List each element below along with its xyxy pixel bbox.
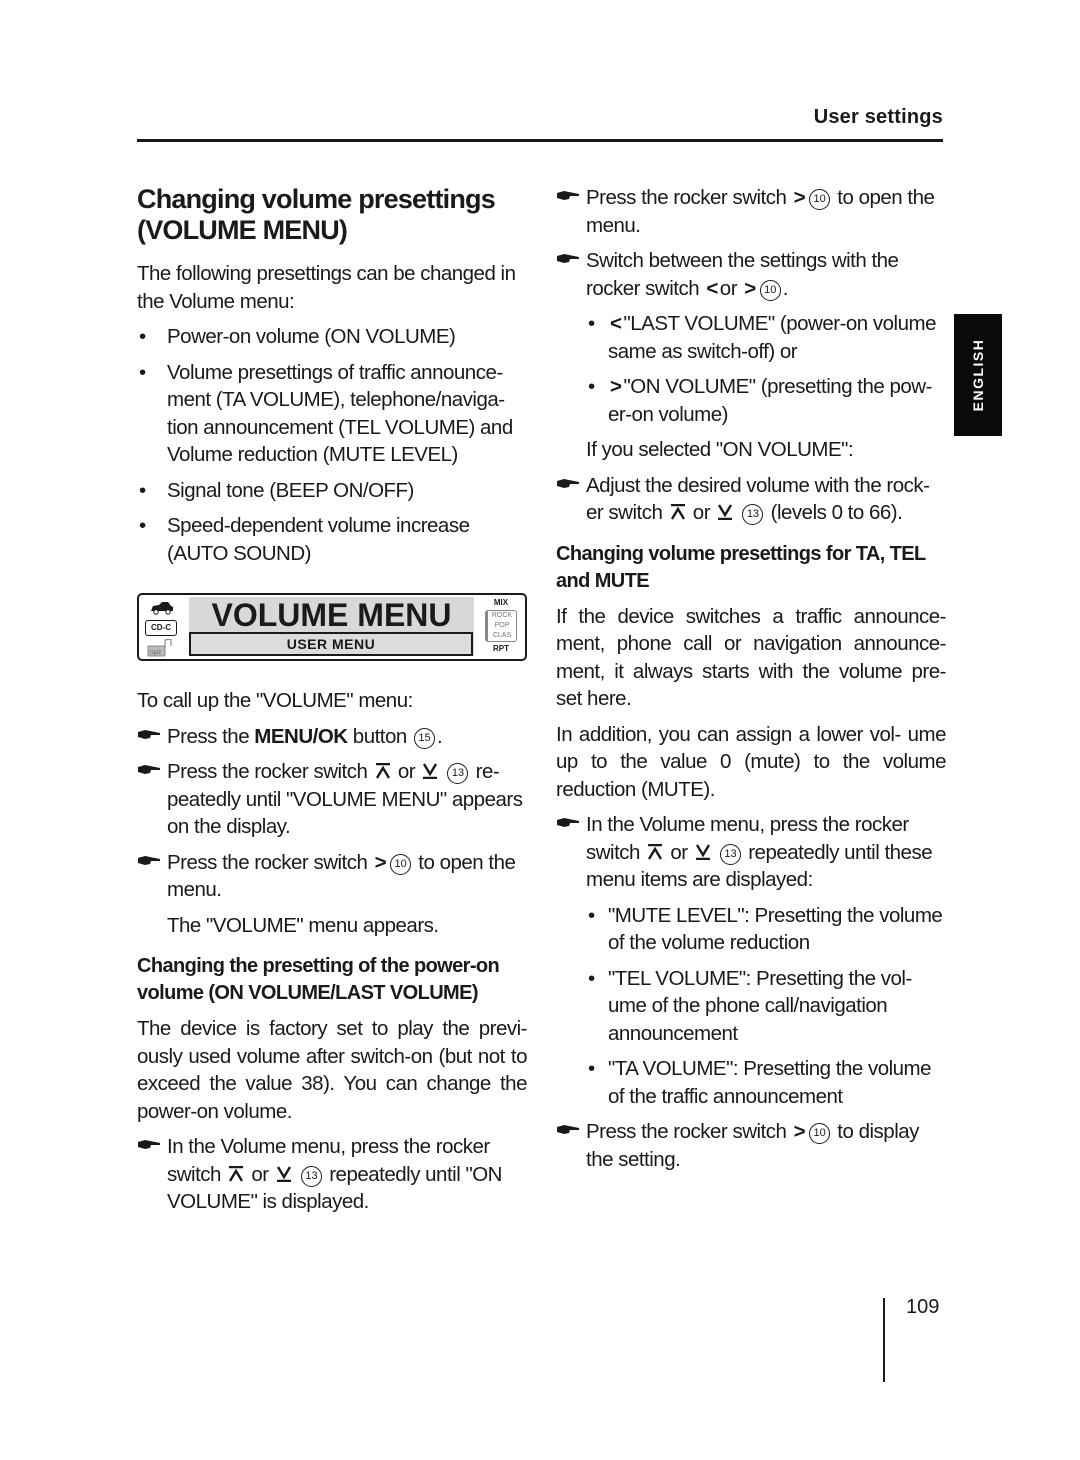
call-up-intro: To call up the "VOLUME" menu: bbox=[137, 689, 413, 712]
list-item: "TA VOLUME": Presetting the volume of th… bbox=[586, 1055, 946, 1110]
pointing-hand-icon bbox=[557, 818, 579, 827]
section-header: User settings bbox=[813, 106, 943, 128]
rocker-right-icon: > bbox=[793, 1120, 806, 1143]
pointing-hand-icon bbox=[138, 729, 160, 739]
rocker-up-icon bbox=[375, 763, 390, 779]
list-item: <"LAST VOLUME" (power-on volume same as … bbox=[586, 310, 946, 365]
instruction-step: Press the rocker switch or 13 re- peated… bbox=[137, 758, 527, 841]
rocker-left-icon: < bbox=[706, 276, 718, 300]
header-rule bbox=[137, 139, 943, 142]
mix-indicator: MIX bbox=[493, 598, 509, 607]
list-item: >"ON VOLUME" (presetting the pow- er-on … bbox=[586, 373, 946, 428]
rocker-down-icon bbox=[718, 504, 733, 520]
menu-ok-label: MENU/OK bbox=[254, 724, 348, 748]
rocker-right-icon: > bbox=[744, 276, 756, 300]
rocker-right-icon: > bbox=[374, 850, 387, 874]
pointing-hand-icon bbox=[557, 478, 579, 488]
instruction-step: Press the rocker switch >10 to open the … bbox=[556, 184, 946, 239]
reference-number: 13 bbox=[742, 504, 764, 525]
left-column: Changing volume presettings (VOLUME MENU… bbox=[137, 184, 528, 1224]
cd-changer-icon: CD-C bbox=[145, 620, 177, 636]
pointing-hand-icon bbox=[138, 855, 160, 865]
reference-number: 10 bbox=[809, 189, 831, 210]
instruction-step: Press the rocker switch >10 to open the … bbox=[137, 849, 527, 904]
list-item: "TEL VOLUME": Presetting the vol- ume of… bbox=[586, 965, 946, 1048]
instruction-step: Switch between the settings with the roc… bbox=[556, 247, 946, 302]
eq-indicator: ROCK POP CLAS bbox=[485, 610, 517, 642]
subheading-power-on: Changing the presetting of the power-on … bbox=[137, 955, 500, 1004]
list-item: "MUTE LEVEL": Presetting the volume of t… bbox=[586, 902, 946, 957]
list-item: Volume presettings of traffic announce- … bbox=[137, 359, 527, 469]
rocker-right-icon: > bbox=[610, 375, 622, 398]
reference-number: 10 bbox=[809, 1123, 831, 1144]
list-item: Signal tone (BEEP ON/OFF) bbox=[137, 477, 527, 505]
instruction-step: In the Volume menu, press the rocker swi… bbox=[137, 1133, 527, 1216]
rocker-right-icon: > bbox=[793, 186, 806, 209]
paragraph: In addition, you can assign a lower vol-… bbox=[556, 722, 947, 801]
pointing-hand-icon bbox=[557, 254, 579, 263]
rocker-down-icon bbox=[695, 843, 710, 860]
factory-text: The device is factory set to play the pr… bbox=[137, 1017, 528, 1123]
list-item: Speed-dependent volume increase (AUTO SO… bbox=[137, 512, 527, 567]
radio-display-illustration: CD-C mp3 VOLUME MENU USER MENU MIX ROCK … bbox=[137, 593, 527, 661]
rocker-up-icon bbox=[648, 843, 663, 860]
subheading-ta-tel-mute: Changing volume presettings for TA, TEL … bbox=[556, 542, 926, 592]
menu-items-list: "MUTE LEVEL": Presetting the volume of t… bbox=[586, 902, 946, 1111]
result-text: The "VOLUME" menu appears. bbox=[167, 913, 439, 937]
mp3-icon: mp3 bbox=[147, 639, 172, 657]
instruction-step: Adjust the desired volume with the rock-… bbox=[556, 472, 946, 527]
language-tab: ENGLISH bbox=[954, 314, 1002, 436]
language-label: ENGLISH bbox=[970, 338, 986, 412]
instruction-step: Press the MENU/OK button 15. bbox=[137, 723, 527, 751]
reference-number: 13 bbox=[720, 843, 742, 865]
rocker-up-icon bbox=[670, 504, 685, 520]
page-number: 109 bbox=[906, 1296, 940, 1318]
reference-number: 10 bbox=[390, 853, 412, 875]
volume-options-list: <"LAST VOLUME" (power-on volume same as … bbox=[586, 310, 946, 428]
page-title: Changing volume presettings (VOLUME MENU… bbox=[137, 184, 496, 245]
instruction-step: Press the rocker switch >10 to display t… bbox=[556, 1118, 946, 1173]
intro-text: The following presettings can be changed… bbox=[137, 262, 516, 313]
manual-page: User settings ENGLISH Changing volume pr… bbox=[0, 0, 1080, 1460]
rocker-up-icon bbox=[229, 1165, 244, 1182]
reference-number: 13 bbox=[447, 763, 469, 784]
list-item: Power-on volume (ON VOLUME) bbox=[137, 323, 527, 351]
reference-number: 13 bbox=[301, 1165, 323, 1187]
rocker-left-icon: < bbox=[610, 312, 622, 335]
display-main-text: VOLUME MENU bbox=[211, 597, 452, 633]
pointing-hand-icon bbox=[138, 765, 160, 774]
instruction-step: In the Volume menu, press the rocker swi… bbox=[556, 811, 946, 894]
repeat-indicator: RPT bbox=[493, 644, 509, 653]
reference-number: 10 bbox=[759, 279, 781, 301]
rocker-down-icon bbox=[276, 1165, 291, 1182]
display-sub-text: USER MENU bbox=[189, 632, 473, 656]
page-number-rule bbox=[883, 1298, 885, 1382]
pointing-hand-icon bbox=[557, 1125, 579, 1134]
if-selected-text: If you selected "ON VOLUME": bbox=[586, 438, 854, 461]
rocker-down-icon bbox=[423, 763, 438, 779]
pointing-hand-icon bbox=[557, 191, 579, 200]
pointing-hand-icon bbox=[138, 1140, 160, 1149]
traffic-cars-icon bbox=[151, 602, 173, 615]
reference-number: 15 bbox=[414, 727, 436, 749]
paragraph: If the device switches a traffic announc… bbox=[556, 604, 947, 711]
right-column: Press the rocker switch >10 to open the … bbox=[556, 184, 947, 1181]
svg-text:mp3: mp3 bbox=[150, 650, 161, 656]
presettings-list: Power-on volume (ON VOLUME) Volume prese… bbox=[137, 323, 527, 567]
